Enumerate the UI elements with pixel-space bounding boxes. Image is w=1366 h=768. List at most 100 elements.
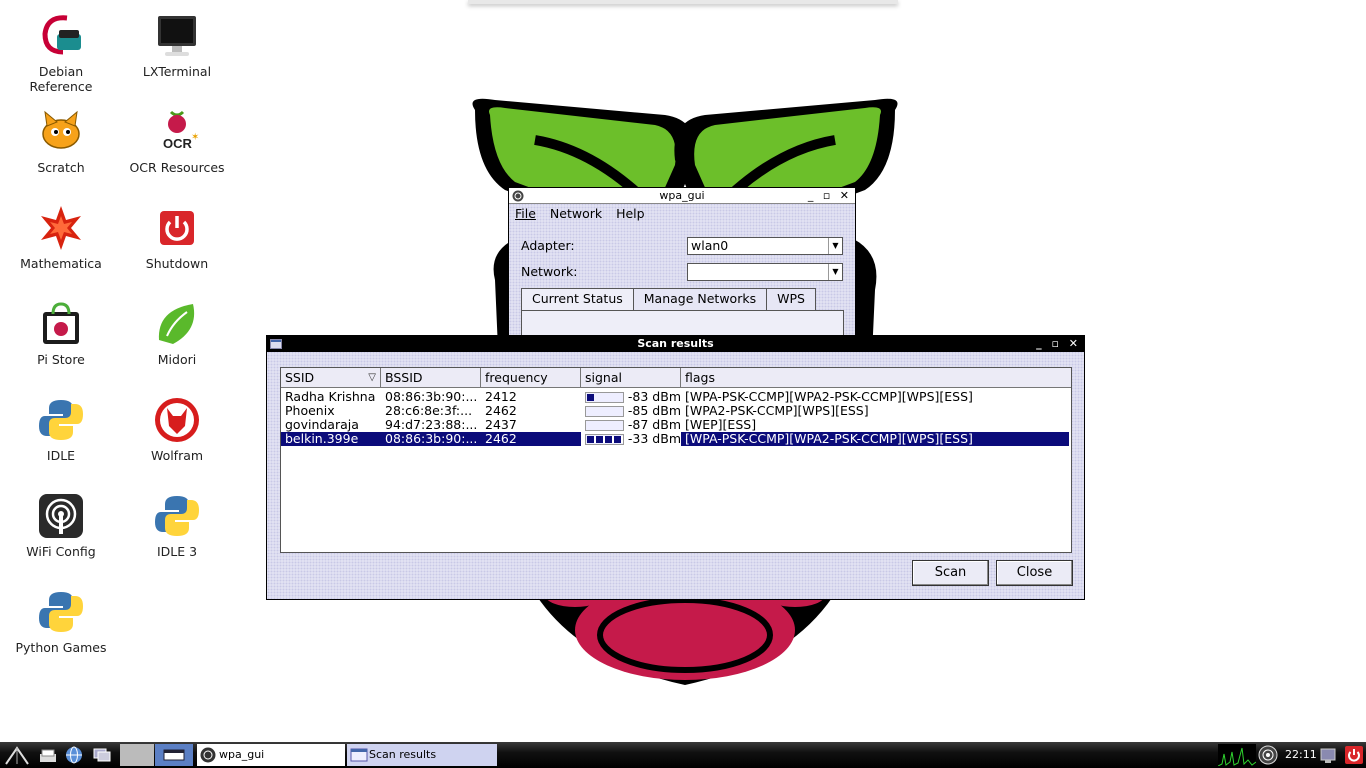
chevron-down-icon: ▼ — [828, 238, 842, 254]
signal-text: -33 dBm — [627, 432, 681, 446]
desktop-icon-midori[interactable]: Midori — [122, 300, 232, 367]
table-row[interactable]: govindaraja 94:d7:23:88:... 2437 -87 dBm… — [281, 418, 1071, 432]
workspace-2[interactable] — [155, 744, 193, 766]
scan-button[interactable]: Scan — [912, 560, 989, 586]
signal-bar — [585, 391, 624, 403]
midori-leaf-icon — [158, 304, 195, 344]
adapter-select[interactable]: wlan0 ▼ — [687, 237, 843, 255]
task-wpa-gui[interactable]: wpa_gui — [197, 744, 345, 766]
scan-results-window: Scan results _ ▫ ✕ SSID ▽ BSSID frequenc… — [266, 335, 1085, 600]
column-label: frequency — [485, 370, 548, 385]
web-browser-globe-icon[interactable] — [64, 745, 84, 765]
scratch-cat-icon — [42, 110, 80, 149]
column-header-frequency[interactable]: frequency — [481, 368, 581, 387]
task-scan-results[interactable]: Scan results — [347, 744, 497, 766]
desktop-icon-label: LXTerminal — [142, 64, 212, 79]
workspace-1[interactable] — [120, 744, 154, 766]
desktop-icon-wolfram[interactable]: Wolfram — [122, 396, 232, 463]
column-label: SSID — [285, 370, 315, 385]
tab-current-status[interactable]: Current Status — [521, 288, 634, 310]
table-row[interactable]: Radha Krishna 08:86:3b:90:... 2412 -83 d… — [281, 390, 1071, 404]
cell-ssid: govindaraja — [285, 418, 359, 432]
power-icon[interactable] — [1344, 745, 1364, 765]
desktop-icon-mathematica[interactable]: Mathematica — [6, 204, 116, 271]
desktop-icon-label: OCR Resources — [129, 160, 225, 175]
column-header-flags[interactable]: flags — [681, 368, 1069, 387]
wifi-app-icon — [512, 190, 524, 202]
wpa-gui-window: wpa_gui _ ▫ ✕ File Network Help Adapter:… — [508, 187, 856, 338]
desktop-icon-label: Wolfram — [150, 448, 204, 463]
desktop-icon-label: IDLE 3 — [156, 544, 198, 559]
desktop-icon-idle[interactable]: IDLE — [6, 396, 116, 463]
file-manager-icon[interactable] — [38, 746, 58, 764]
desktop-icon-pi-store[interactable]: Pi Store — [6, 300, 116, 367]
network-status-icon[interactable] — [1258, 745, 1278, 765]
signal-bar — [585, 405, 624, 417]
window-controls[interactable]: _ ▫ ✕ — [808, 188, 852, 204]
tab-wps[interactable]: WPS — [766, 288, 816, 310]
desktop-icon-label: IDLE — [46, 448, 76, 463]
desktop-icon-ocr-resources[interactable]: OCR ✶ OCR Resources — [122, 108, 232, 175]
mathematica-star-icon — [41, 206, 81, 250]
desktop-icon-python-games[interactable]: Python Games — [6, 588, 116, 655]
window-title: Scan results — [637, 337, 714, 350]
window-app-icon — [350, 748, 368, 762]
cell-bssid: 94:d7:23:88:... — [385, 418, 478, 432]
desktop-icon-lxterminal[interactable]: LXTerminal — [122, 12, 232, 79]
clock[interactable]: 22:11 — [1285, 742, 1317, 768]
desktop-icon-label: Debian Reference — [29, 64, 93, 94]
window-controls[interactable]: _ ▫ ✕ — [1036, 336, 1081, 352]
cpu-usage-graph-icon — [1218, 744, 1256, 766]
cell-flags: [WPA2-PSK-CCMP][WPS][ESS] — [685, 404, 869, 418]
cell-frequency: 2412 — [485, 390, 517, 404]
tab-bar: Current Status Manage Networks WPS — [521, 288, 816, 310]
close-button[interactable]: Close — [996, 560, 1073, 586]
desktop-icon-wifi-config[interactable]: WiFi Config — [6, 492, 116, 559]
lock-screen-icon[interactable] — [1318, 745, 1338, 765]
cell-frequency: 2462 — [485, 404, 517, 418]
background-window-edge — [468, 0, 898, 4]
desktop-icon-label: Mathematica — [20, 256, 102, 271]
signal-text: -85 dBm — [627, 404, 681, 418]
desktop-icon-scratch[interactable]: Scratch — [6, 108, 116, 175]
show-desktop-icon[interactable] — [92, 746, 112, 764]
desktop-icon-label: Python Games — [15, 640, 107, 655]
desktop-icon-idle3[interactable]: IDLE 3 — [122, 492, 232, 559]
sort-indicator-icon: ▽ — [368, 372, 376, 383]
menu-file[interactable]: File — [515, 206, 536, 221]
tab-manage-networks[interactable]: Manage Networks — [632, 288, 768, 310]
column-label: BSSID — [385, 370, 423, 385]
menu-help[interactable]: Help — [616, 206, 645, 221]
cell-signal: -87 dBm — [581, 418, 681, 432]
column-header-ssid[interactable]: SSID ▽ — [281, 368, 381, 387]
cell-signal: -83 dBm — [581, 390, 681, 404]
cell-ssid: Phoenix — [285, 404, 335, 418]
table-row[interactable]: Phoenix 28:c6:8e:3f:... 2462 -85 dBm [WP… — [281, 404, 1071, 418]
menu-network[interactable]: Network — [550, 206, 602, 221]
start-menu-icon[interactable] — [4, 744, 30, 766]
network-select[interactable]: ▼ — [687, 263, 843, 281]
tab-panel — [521, 310, 844, 338]
python-icon — [155, 496, 199, 536]
ocr-raspberry-icon: OCR ✶ — [163, 110, 199, 151]
desktop-icon-shutdown[interactable]: Shutdown — [122, 204, 232, 271]
task-label: Scan results — [369, 748, 437, 761]
table-row-selected[interactable]: belkin.399e 08:86:3b:90:... 2462 -33 dBm… — [281, 432, 1071, 446]
workspace-windows-icon — [163, 749, 185, 761]
scan-results-titlebar[interactable]: Scan results _ ▫ ✕ — [267, 336, 1084, 352]
chevron-down-icon: ▼ — [828, 264, 842, 280]
signal-fill — [587, 393, 594, 401]
column-header-bssid[interactable]: BSSID — [381, 368, 481, 387]
desktop-icon-label: WiFi Config — [26, 544, 96, 559]
cell-frequency: 2437 — [485, 418, 517, 432]
task-label: wpa_gui — [219, 748, 265, 761]
power-icon — [160, 211, 194, 245]
pi-store-bag-icon — [43, 302, 79, 344]
wpa-gui-titlebar[interactable]: wpa_gui _ ▫ ✕ — [509, 188, 855, 204]
cell-ssid: belkin.399e — [281, 432, 381, 446]
cell-bssid: 08:86:3b:90:... — [381, 432, 481, 446]
menubar: File Network Help — [509, 204, 855, 224]
desktop-icon-debian-reference[interactable]: Debian Reference — [6, 12, 116, 94]
column-header-signal[interactable]: signal — [581, 368, 681, 387]
svg-text:✶: ✶ — [191, 132, 199, 143]
